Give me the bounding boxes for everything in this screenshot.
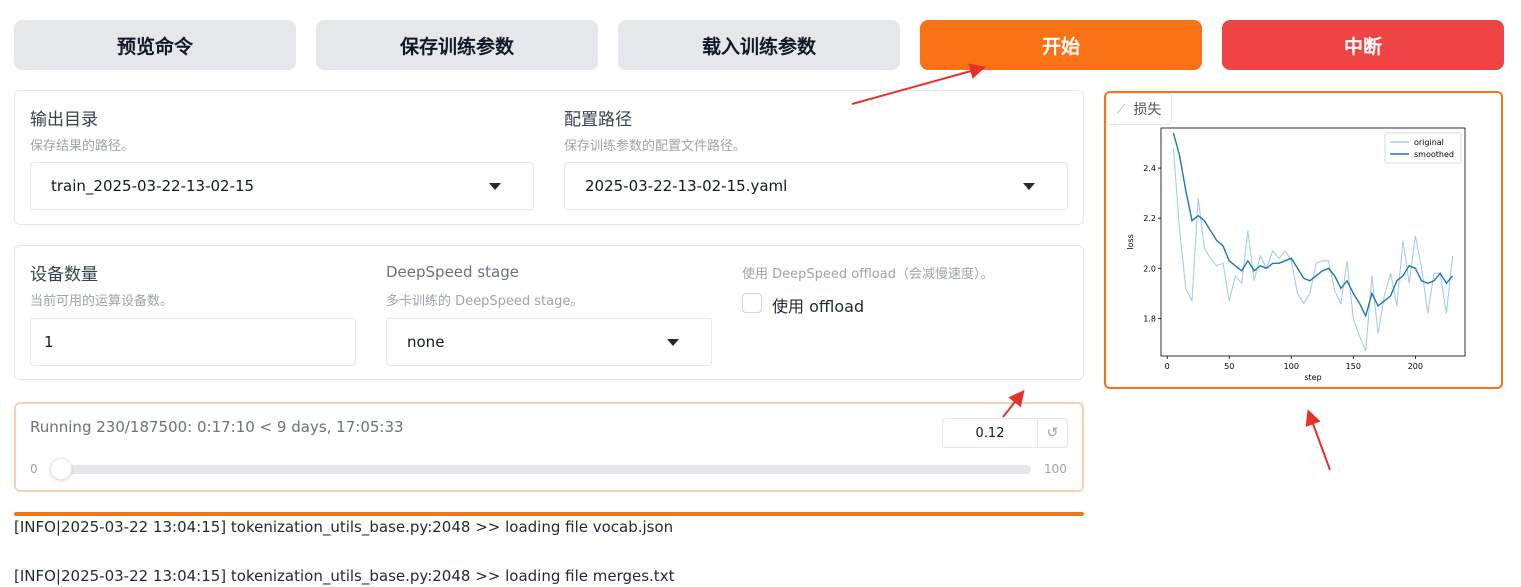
output-config-panel: 输出目录 保存结果的路径。 train_2025-03-22-13-02-15 … (14, 90, 1084, 225)
log-line: [INFO|2025-03-22 13:04:15] tokenization_… (14, 567, 675, 585)
log-loading-bar (14, 512, 1084, 516)
x-tick-label: 50 (1224, 362, 1234, 371)
legend-label-original: original (1414, 138, 1444, 147)
chevron-down-icon (489, 183, 501, 190)
output-dir-dropdown[interactable]: train_2025-03-22-13-02-15 (30, 162, 534, 210)
ds-offload-info: 使用 DeepSpeed offload（会减慢速度）。 (742, 267, 994, 282)
series-line-original (1172, 147, 1454, 352)
progress-panel: Running 230/187500: 0:17:10 < 9 days, 17… (14, 402, 1084, 492)
ds-stage-info: 多卡训练的 DeepSpeed stage。 (386, 294, 584, 309)
chevron-down-icon (667, 339, 679, 346)
ds-offload-checkbox[interactable] (742, 293, 762, 313)
output-dir-value: train_2025-03-22-13-02-15 (51, 177, 255, 195)
config-path-info: 保存训练参数的配置文件路径。 (564, 139, 747, 154)
progress-text: Running 230/187500: 0:17:10 < 9 days, 17… (30, 418, 404, 436)
ds-stage-value: none (407, 333, 445, 351)
chevron-down-icon (1023, 183, 1035, 190)
device-panel: 设备数量 当前可用的运算设备数。 1 DeepSpeed stage 多卡训练的… (14, 245, 1084, 380)
y-tick-label: 2.2 (1143, 214, 1156, 223)
device-count-label: 设备数量 (30, 265, 98, 285)
x-axis-label: step (1304, 373, 1321, 382)
progress-number-box: 0.12 ↺ (942, 418, 1068, 448)
device-count-input[interactable]: 1 (30, 318, 356, 366)
arrow-to-plot (1305, 409, 1331, 471)
y-axis-label: loss (1126, 234, 1135, 249)
loss-chart: 0 50 100 150 200 1.8 2.0 2.2 2.4 step loss origina… (1126, 127, 1466, 382)
save-args-button[interactable]: 保存训练参数 (316, 20, 598, 70)
x-tick-label: 100 (1284, 362, 1299, 371)
slider-min-label: 0 (30, 462, 38, 476)
slider-max-label: 100 (1044, 462, 1067, 476)
output-dir-info: 保存结果的路径。 (30, 139, 135, 154)
ds-stage-label: DeepSpeed stage (386, 263, 519, 281)
progress-value-input[interactable]: 0.12 (943, 419, 1038, 447)
legend-label-smoothed: smoothed (1414, 150, 1454, 159)
config-path-label: 配置路径 (564, 110, 632, 130)
reset-icon[interactable]: ↺ (1038, 419, 1067, 447)
preview-command-button[interactable]: 预览命令 (14, 20, 296, 70)
x-tick-label: 200 (1408, 362, 1423, 371)
config-path-value: 2025-03-22-13-02-15.yaml (585, 177, 788, 195)
start-button[interactable]: 开始 (920, 20, 1202, 70)
ds-offload-label[interactable]: 使用 offload (772, 293, 864, 317)
progress-slider-track[interactable] (60, 465, 1031, 474)
load-args-button[interactable]: 载入训练参数 (618, 20, 900, 70)
loss-plot-panel: ⟋ 损失 0 50 100 150 200 1.8 2.0 2.2 2.4 step loss or… (1104, 91, 1503, 389)
y-tick-label: 2.4 (1143, 164, 1156, 173)
y-tick-label: 2.0 (1143, 264, 1156, 273)
log-line: [INFO|2025-03-22 13:04:15] tokenization_… (14, 518, 674, 536)
config-path-dropdown[interactable]: 2025-03-22-13-02-15.yaml (564, 162, 1068, 210)
device-count-value: 1 (44, 333, 54, 351)
x-tick-label: 0 (1165, 362, 1170, 371)
device-count-info: 当前可用的运算设备数。 (30, 294, 174, 309)
x-tick-label: 150 (1346, 362, 1361, 371)
y-tick-label: 1.8 (1143, 314, 1156, 323)
output-dir-label: 输出目录 (30, 110, 98, 130)
progress-slider-thumb[interactable] (50, 458, 73, 480)
ds-stage-dropdown[interactable]: none (386, 318, 712, 366)
abort-button[interactable]: 中断 (1222, 20, 1504, 70)
